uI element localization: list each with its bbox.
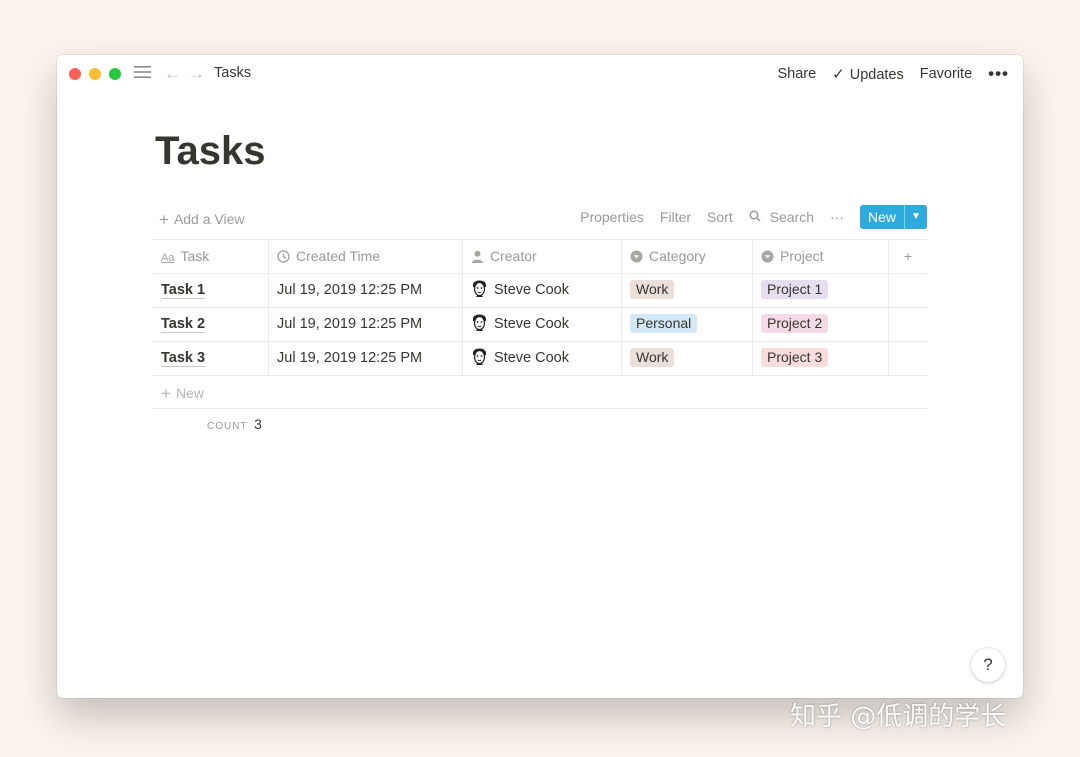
chevron-down-icon[interactable]: ▼	[904, 205, 927, 229]
share-button[interactable]: Share	[777, 66, 816, 82]
avatar	[471, 312, 488, 332]
project-cell[interactable]: Project 3	[753, 342, 889, 375]
search-button[interactable]: Search	[749, 209, 814, 225]
arrow-left-icon[interactable]: ←	[164, 64, 181, 84]
creator-cell[interactable]: Steve Cook	[463, 308, 622, 341]
plus-icon: +	[159, 210, 169, 229]
maximize-window-button[interactable]	[109, 68, 121, 80]
task-table: Aa Task Created Time Creator Category Pro…	[153, 239, 927, 409]
column-header-task[interactable]: Aa Task	[153, 240, 269, 273]
add-view-button[interactable]: + Add a View	[159, 209, 245, 229]
properties-button[interactable]: Properties	[580, 209, 644, 225]
sort-button[interactable]: Sort	[707, 209, 733, 225]
created-time-cell[interactable]: Jul 19, 2019 12:25 PM	[269, 308, 463, 341]
column-header-creator[interactable]: Creator	[463, 240, 622, 273]
category-cell[interactable]: Work	[622, 274, 753, 307]
column-header-created-time[interactable]: Created Time	[269, 240, 463, 273]
project-tag: Project 3	[761, 348, 829, 367]
created-time-cell[interactable]: Jul 19, 2019 12:25 PM	[269, 342, 463, 375]
new-row-label[interactable]: + New	[161, 383, 204, 403]
arrow-right-icon[interactable]: →	[188, 64, 205, 84]
add-view-label: Add a View	[173, 211, 245, 227]
empty-cell	[889, 308, 927, 341]
hamburger-icon[interactable]	[134, 64, 151, 85]
updates-label: Updates	[849, 67, 904, 83]
filter-button[interactable]: Filter	[660, 209, 691, 225]
title-bar: ← → Tasks Share ✓ Updates Favorite •••	[57, 55, 1023, 93]
table-row[interactable]: Task 2 Jul 19, 2019 12:25 PM Steve Cook …	[153, 308, 927, 342]
select-icon	[761, 249, 774, 264]
avatar	[471, 346, 488, 366]
more-options-icon[interactable]: •••	[988, 64, 1009, 84]
creator-cell[interactable]: Steve Cook	[463, 342, 622, 375]
plus-icon: +	[903, 248, 913, 264]
new-button[interactable]: New ▼	[859, 205, 927, 229]
watermark: 知乎 @低调的学长	[790, 702, 1007, 732]
count-summary[interactable]: COUNT 3	[207, 416, 262, 432]
category-tag: Personal	[630, 314, 698, 333]
text-aa-icon: Aa	[161, 252, 175, 264]
clock-icon	[277, 249, 290, 264]
avatar	[471, 278, 488, 298]
page-title[interactable]: Tasks	[155, 129, 265, 174]
checkmark-icon: ✓	[832, 66, 845, 83]
search-label: Search	[769, 209, 814, 225]
person-icon	[471, 249, 484, 264]
help-button[interactable]: ?	[971, 648, 1005, 682]
view-toolbar: + Add a View Properties Filter Sort Searc…	[155, 205, 927, 231]
topbar-actions: Share ✓ Updates Favorite •••	[777, 64, 1009, 84]
category-tag: Work	[630, 348, 675, 367]
view-more-icon[interactable]: ···	[830, 209, 844, 225]
close-window-button[interactable]	[69, 68, 81, 80]
project-cell[interactable]: Project 2	[753, 308, 889, 341]
count-value: 3	[254, 416, 262, 432]
category-cell[interactable]: Personal	[622, 308, 753, 341]
favorite-button[interactable]: Favorite	[920, 66, 972, 82]
plus-icon: +	[161, 384, 171, 403]
search-icon	[749, 209, 765, 225]
view-actions: Properties Filter Sort Search ··· New ▼	[580, 205, 927, 229]
add-row-button[interactable]: + New	[153, 376, 927, 409]
empty-cell	[889, 274, 927, 307]
table-row[interactable]: Task 3 Jul 19, 2019 12:25 PM Steve Cook …	[153, 342, 927, 376]
add-column-button[interactable]: +	[889, 240, 927, 273]
select-icon	[630, 249, 643, 264]
category-cell[interactable]: Work	[622, 342, 753, 375]
created-time-cell[interactable]: Jul 19, 2019 12:25 PM	[269, 274, 463, 307]
category-tag: Work	[630, 280, 675, 299]
new-button-label[interactable]: New	[860, 205, 904, 229]
task-name-cell[interactable]: Task 3	[153, 342, 269, 375]
creator-cell[interactable]: Steve Cook	[463, 274, 622, 307]
table-row[interactable]: Task 1 Jul 19, 2019 12:25 PM Steve Cook …	[153, 274, 927, 308]
project-tag: Project 1	[761, 280, 829, 299]
project-cell[interactable]: Project 1	[753, 274, 889, 307]
task-name-cell[interactable]: Task 2	[153, 308, 269, 341]
task-name-cell[interactable]: Task 1	[153, 274, 269, 307]
breadcrumb[interactable]: Tasks	[214, 65, 251, 81]
project-tag: Project 2	[761, 314, 829, 333]
count-label: COUNT	[207, 421, 248, 432]
app-window: ← → Tasks Share ✓ Updates Favorite ••• Ta…	[57, 55, 1023, 698]
empty-cell	[889, 342, 927, 375]
table-header-row: Aa Task Created Time Creator Category Pro…	[153, 239, 927, 274]
minimize-window-button[interactable]	[89, 68, 101, 80]
updates-button[interactable]: ✓ Updates	[832, 65, 904, 83]
column-header-category[interactable]: Category	[622, 240, 753, 273]
column-header-project[interactable]: Project	[753, 240, 889, 273]
